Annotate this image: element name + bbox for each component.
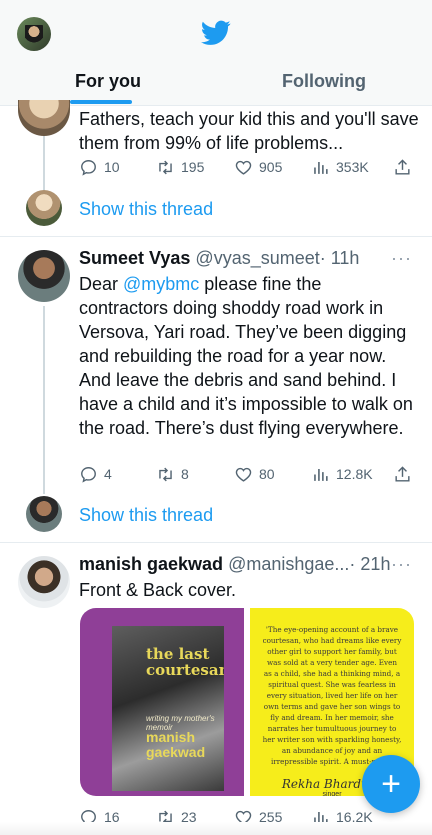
tweet-2-text: Dear @mybmc please fine the contractors … xyxy=(79,272,414,440)
heart-icon xyxy=(235,160,252,175)
tweet-3-text: Front & Back cover. xyxy=(79,580,237,600)
thread-avatar[interactable] xyxy=(26,496,62,532)
reply-icon xyxy=(81,159,96,176)
like-count: 905 xyxy=(259,159,283,175)
book-author: manish gaekwad xyxy=(146,729,206,760)
tweet-3-avatar[interactable] xyxy=(18,556,70,608)
like-button[interactable]: 905 xyxy=(234,156,282,178)
mention-link[interactable]: @mybmc xyxy=(123,274,199,294)
tweet-divider xyxy=(0,236,432,237)
tweet-text-part: Dear xyxy=(79,274,124,294)
reply-count: 4 xyxy=(104,466,112,482)
tweet-1-actions: 10 195 905 353K xyxy=(79,156,419,182)
share-icon xyxy=(395,465,410,482)
tweet-text-part: please fine the contractors doing shoddy… xyxy=(79,274,413,438)
show-thread-link[interactable]: Show this thread xyxy=(79,199,213,220)
tweet-divider xyxy=(0,542,432,543)
views-button[interactable]: 353K xyxy=(311,156,369,178)
tweet-2-actions: 4 8 80 12.8K xyxy=(79,463,419,489)
twitter-bird-icon[interactable] xyxy=(201,20,231,46)
reply-count: 10 xyxy=(104,159,120,175)
retweet-icon xyxy=(159,467,172,481)
bottom-edge xyxy=(0,822,432,835)
like-button[interactable]: 80 xyxy=(234,463,275,485)
analytics-icon xyxy=(314,468,328,481)
thread-connector xyxy=(43,136,45,194)
author-handle[interactable]: @manishgae... xyxy=(228,554,349,574)
tweet-time: · 11h xyxy=(319,248,360,268)
book-title: the last courtesan xyxy=(146,645,224,679)
top-header: For you Following xyxy=(0,0,432,106)
view-count: 12.8K xyxy=(336,466,373,482)
heart-icon xyxy=(235,467,252,482)
tweet-2-avatar[interactable] xyxy=(18,250,70,302)
author-name[interactable]: manish gaekwad xyxy=(79,554,223,574)
show-thread-link[interactable]: Show this thread xyxy=(79,505,213,526)
profile-avatar[interactable] xyxy=(17,17,51,51)
views-button[interactable]: 12.8K xyxy=(311,463,373,485)
share-button[interactable] xyxy=(393,463,412,485)
more-options-icon[interactable]: ··· xyxy=(391,554,412,575)
reply-button[interactable]: 10 xyxy=(79,156,120,178)
front-cover-image[interactable]: the last courtesan writing my mother's m… xyxy=(80,608,244,796)
view-count: 353K xyxy=(336,159,369,175)
retweet-icon xyxy=(159,160,172,174)
tab-following[interactable]: Following xyxy=(216,64,432,106)
thread-avatar[interactable] xyxy=(26,190,62,226)
retweet-button[interactable]: 8 xyxy=(156,463,189,485)
back-cover-quote: 'The eye-opening account of a brave cour… xyxy=(262,625,402,766)
tab-following-label: Following xyxy=(282,71,366,91)
like-count: 80 xyxy=(259,466,275,482)
reply-icon xyxy=(81,466,96,483)
retweet-count: 195 xyxy=(181,159,205,175)
retweet-count: 8 xyxy=(181,466,189,482)
share-button[interactable] xyxy=(393,156,412,178)
author-name[interactable]: Sumeet Vyas xyxy=(79,248,190,268)
tweet-1-text: Fathers, teach your kid this and you'll … xyxy=(79,109,419,153)
retweet-button[interactable]: 195 xyxy=(156,156,204,178)
author-handle[interactable]: @vyas_sumeet xyxy=(195,248,319,268)
analytics-icon xyxy=(314,161,328,174)
reply-button[interactable]: 4 xyxy=(79,463,112,485)
compose-tweet-button[interactable]: + xyxy=(362,755,420,813)
share-icon xyxy=(395,158,410,175)
book-cover: the last courtesan writing my mother's m… xyxy=(112,626,224,791)
more-options-icon[interactable]: ··· xyxy=(391,248,412,269)
tweet-time: · 21h xyxy=(349,554,391,574)
active-tab-indicator xyxy=(70,100,132,104)
tweet-2-header: Sumeet Vyas @vyas_sumeet· 11h xyxy=(79,248,359,269)
tweet-1-avatar[interactable] xyxy=(18,100,70,136)
tweet-3-header: manish gaekwad @manishgae...· 21h xyxy=(79,554,390,575)
tab-for-you-label: For you xyxy=(75,71,141,91)
thread-connector xyxy=(43,306,45,494)
tweet-media[interactable]: the last courtesan writing my mother's m… xyxy=(80,608,414,796)
